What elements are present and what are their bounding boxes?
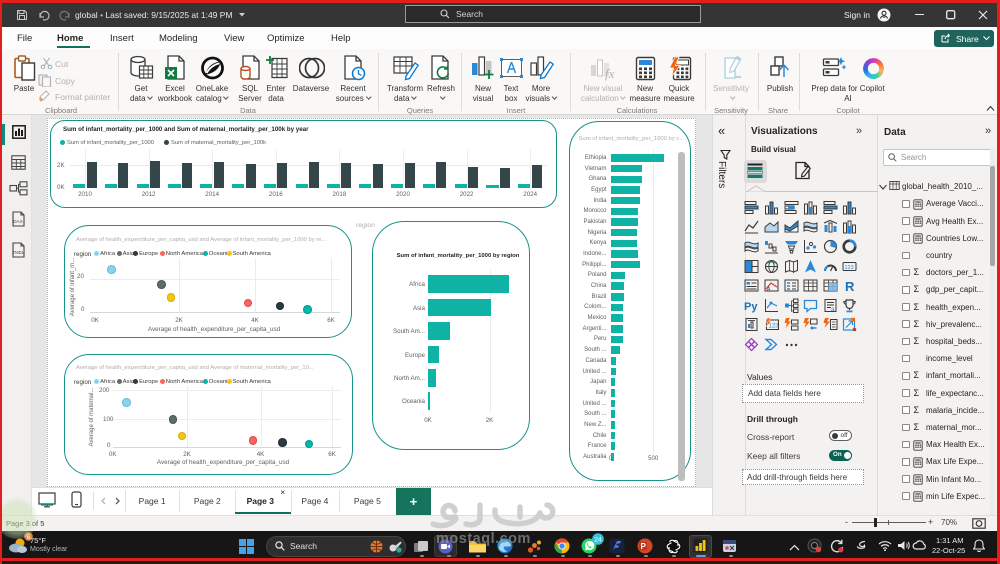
svg-text:P: P — [641, 542, 647, 551]
svg-text:Py: Py — [744, 301, 758, 313]
svg-text:123: 123 — [768, 324, 779, 330]
svg-text:fx: fx — [605, 66, 615, 81]
svg-text:a: a — [831, 306, 835, 313]
svg-text:A: A — [767, 287, 771, 293]
svg-text:TMDL: TMDL — [13, 250, 25, 255]
svg-text:DAX: DAX — [13, 219, 22, 224]
svg-text:123: 123 — [845, 265, 854, 271]
svg-text:R: R — [845, 279, 855, 293]
svg-text:24: 24 — [594, 536, 602, 543]
